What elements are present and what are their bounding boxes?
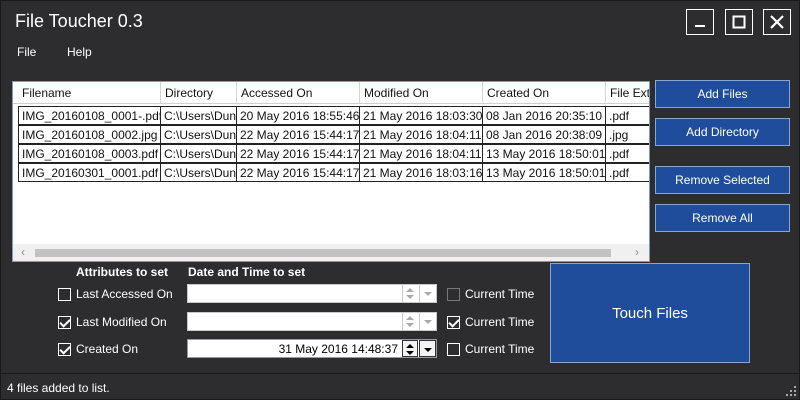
remove-selected-button[interactable]: Remove Selected	[655, 166, 790, 194]
table-cell: 08 Jan 2016 20:38:09	[483, 125, 606, 144]
minimize-icon	[695, 25, 705, 27]
add-directory-button[interactable]: Add Directory	[655, 118, 790, 146]
created-current-time-label: Current Time	[465, 342, 535, 356]
last-modified-checkbox[interactable]	[58, 316, 71, 329]
table-cell: 22 May 2016 15:44:17	[237, 125, 360, 144]
column-header[interactable]: Accessed On	[237, 82, 360, 104]
last-accessed-checkbox[interactable]	[58, 288, 71, 301]
column-header[interactable]: Directory	[161, 82, 237, 104]
window-title: File Toucher 0.3	[15, 11, 143, 31]
table-cell: 21 May 2016 18:03:16	[360, 163, 483, 182]
created-checkbox[interactable]	[58, 343, 71, 356]
grid-header: Filename Directory Accessed On Modified On C…	[13, 82, 649, 104]
table-row[interactable]: IMG_20160108_0003.pdf C:\Users\Dun 22 May …	[18, 144, 649, 163]
table-cell: .pdf	[606, 106, 649, 125]
table-cell: 22 May 2016 15:44:17	[237, 144, 360, 163]
column-header[interactable]: File Exte	[606, 82, 649, 104]
last-accessed-spinner[interactable]	[402, 285, 418, 302]
table-cell: .pdf	[606, 144, 649, 163]
column-header[interactable]: Filename	[18, 82, 161, 104]
close-button[interactable]	[763, 9, 791, 35]
created-current-time-checkbox[interactable]	[447, 343, 460, 356]
attributes-header: Attributes to set	[76, 265, 169, 279]
horizontal-scrollbar[interactable]: ‹ ›	[13, 244, 649, 261]
created-label: Created On	[76, 342, 139, 356]
table-cell: IMG_20160108_0003.pdf	[18, 144, 161, 163]
table-cell: 21 May 2016 18:04:11	[360, 144, 483, 163]
table-cell: .pdf	[606, 163, 649, 182]
resize-grip-icon[interactable]	[786, 386, 796, 396]
maximize-button[interactable]	[725, 9, 753, 35]
table-cell: .jpg	[606, 125, 649, 144]
table-cell: C:\Users\Dun	[161, 106, 237, 125]
table-cell: 08 Jan 2016 20:35:10	[483, 106, 606, 125]
table-cell: C:\Users\Dun	[161, 144, 237, 163]
menu-bar: File Help	[1, 43, 799, 63]
table-cell: 13 May 2016 18:50:01	[483, 144, 606, 163]
created-spinner[interactable]	[402, 340, 418, 357]
status-text: 4 files added to list.	[7, 381, 110, 395]
add-files-button[interactable]: Add Files	[655, 80, 790, 108]
remove-all-button[interactable]: Remove All	[655, 204, 790, 232]
menu-help[interactable]: Help	[67, 45, 92, 59]
scrollbar-thumb[interactable]	[35, 249, 611, 257]
menu-file[interactable]: File	[17, 45, 36, 59]
column-header[interactable]: Modified On	[360, 82, 483, 104]
created-datetime[interactable]: 31 May 2016 14:48:37	[187, 339, 437, 358]
last-modified-current-time-label: Current Time	[465, 315, 535, 329]
last-modified-current-time-checkbox[interactable]	[447, 316, 460, 329]
last-modified-dropdown[interactable]	[419, 313, 436, 330]
last-modified-label: Last Modified On	[76, 315, 167, 329]
table-cell: IMG_20160301_0001.pdf	[18, 163, 161, 182]
table-row[interactable]: IMG_20160108_0001-.pdf C:\Users\Dun 20 May…	[18, 106, 649, 125]
table-row[interactable]: IMG_20160108_0002.jpg C:\Users\Dun 22 May …	[18, 125, 649, 144]
created-value: 31 May 2016 14:48:37	[278, 342, 398, 356]
scroll-left-icon[interactable]: ‹	[21, 245, 25, 259]
table-cell: 22 May 2016 15:44:17	[237, 163, 360, 182]
last-accessed-current-time-checkbox[interactable]	[447, 288, 460, 301]
table-row[interactable]: IMG_20160301_0001.pdf C:\Users\Dun 22 May …	[18, 163, 649, 182]
table-cell: 21 May 2016 18:04:11	[360, 125, 483, 144]
table-cell: C:\Users\Dun	[161, 125, 237, 144]
created-dropdown[interactable]	[419, 340, 436, 357]
status-bar: 4 files added to list.	[1, 373, 799, 399]
table-cell: 21 May 2016 18:03:30	[360, 106, 483, 125]
scroll-right-icon[interactable]: ›	[635, 245, 639, 259]
file-list-grid[interactable]: Filename Directory Accessed On Modified On C…	[12, 81, 650, 262]
last-accessed-datetime[interactable]	[187, 284, 437, 303]
table-cell: 20 May 2016 18:55:46	[237, 106, 360, 125]
last-modified-spinner[interactable]	[402, 313, 418, 330]
table-cell: IMG_20160108_0002.jpg	[18, 125, 161, 144]
title-bar: File Toucher 0.3	[1, 1, 799, 43]
close-icon	[770, 15, 784, 29]
datetime-header: Date and Time to set	[188, 265, 306, 279]
table-cell: 13 May 2016 18:50:01	[483, 163, 606, 182]
minimize-button[interactable]	[686, 9, 714, 35]
maximize-icon	[732, 15, 746, 29]
table-cell: IMG_20160108_0001-.pdf	[18, 106, 161, 125]
last-modified-datetime[interactable]	[187, 312, 437, 331]
main-content: Filename Directory Accessed On Modified On C…	[1, 71, 799, 373]
touch-files-button[interactable]: Touch Files	[550, 263, 750, 363]
table-cell: C:\Users\Dun	[161, 163, 237, 182]
column-header[interactable]: Created On	[483, 82, 606, 104]
last-accessed-current-time-label: Current Time	[465, 287, 535, 301]
last-accessed-label: Last Accessed On	[76, 287, 173, 301]
last-accessed-dropdown[interactable]	[419, 285, 436, 302]
app-window: File Toucher 0.3 File Help Filename Direc…	[0, 0, 800, 400]
